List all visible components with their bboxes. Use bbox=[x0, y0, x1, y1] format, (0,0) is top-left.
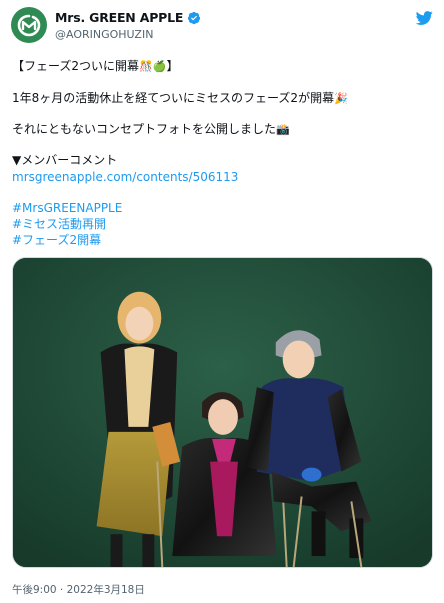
tweet-line-announcement: 1年8ヶ月の活動休止を経てついにミセスのフェーズ2が開幕🎉 bbox=[12, 91, 348, 105]
tweet-line-comment: ▼メンバーコメント bbox=[12, 153, 118, 167]
tweet-line-photo: それにともないコンセプトフォトを公開しました📸 bbox=[12, 122, 290, 136]
avatar[interactable] bbox=[11, 7, 47, 43]
tweet-photo[interactable] bbox=[12, 257, 433, 568]
verified-badge-icon bbox=[187, 11, 201, 25]
camera-emoji-icon: 📸 bbox=[276, 123, 290, 136]
author-handle[interactable]: @AORINGOHUZIN bbox=[55, 28, 153, 41]
hashtag-mrsgreenapple[interactable]: #MrsGREENAPPLE bbox=[12, 200, 122, 216]
hashtag-phase2[interactable]: #フェーズ2開幕 bbox=[12, 232, 101, 248]
party-apple-emoji-icon: 🎊🍏 bbox=[139, 60, 167, 73]
author-name[interactable]: Mrs. GREEN APPLE bbox=[55, 10, 183, 25]
hashtag-resume[interactable]: #ミセス活動再開 bbox=[12, 216, 106, 232]
tweet-line-title: 【フェーズ2ついに開幕🎊🍏】 bbox=[12, 59, 179, 73]
twitter-bird-icon[interactable] bbox=[415, 9, 433, 27]
tweet-timestamp[interactable]: 午後9:00 · 2022年3月18日 bbox=[12, 582, 145, 597]
party-popper-emoji-icon: 🎉 bbox=[334, 92, 348, 105]
green-apple-logo-icon bbox=[17, 14, 41, 37]
band-concept-photo bbox=[13, 258, 432, 567]
tweet-header: Mrs. GREEN APPLE @AORINGOHUZIN bbox=[11, 7, 433, 47]
contents-link[interactable]: mrsgreenapple.com/contents/506113 bbox=[12, 169, 238, 185]
